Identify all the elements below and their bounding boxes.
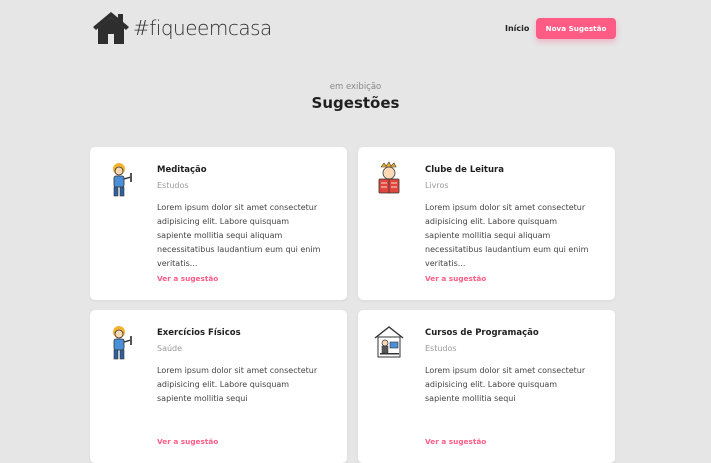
view-suggestion-link[interactable]: Ver a sugestão: [157, 274, 218, 283]
reading-person-icon: [373, 161, 405, 197]
view-suggestion-link[interactable]: Ver a sugestão: [157, 437, 218, 446]
logo-text: #fiqueemcasa: [133, 16, 272, 40]
suggestion-card[interactable]: Clube de Leitura Livros Lorem ipsum dolo…: [358, 147, 615, 300]
meditation-person-icon: [105, 161, 137, 197]
view-suggestion-link[interactable]: Ver a sugestão: [425, 274, 486, 283]
new-suggestion-button[interactable]: Nova Sugestão: [536, 18, 616, 39]
exercise-person-icon: [105, 324, 137, 360]
programming-house-icon: [373, 324, 405, 360]
nav-home-link[interactable]: Início: [505, 24, 529, 33]
suggestion-card[interactable]: Exercícios Físicos Saúde Lorem ipsum dol…: [90, 310, 347, 463]
card-category: Estudos: [425, 344, 457, 353]
card-category: Livros: [425, 181, 449, 190]
suggestion-card[interactable]: Meditação Estudos Lorem ipsum dolor sit …: [90, 147, 347, 300]
card-title: Meditação: [157, 165, 207, 175]
header: #fiqueemcasa Início Nova Sugestão: [0, 0, 711, 56]
logo[interactable]: #fiqueemcasa: [92, 11, 272, 45]
card-title: Exercícios Físicos: [157, 328, 241, 338]
page-title: Sugestões: [311, 94, 400, 112]
view-suggestion-link[interactable]: Ver a sugestão: [425, 437, 486, 446]
card-title: Clube de Leitura: [425, 165, 504, 175]
house-logo-icon: [92, 11, 130, 45]
card-category: Saúde: [157, 344, 183, 353]
card-title: Cursos de Programação: [425, 328, 539, 338]
card-category: Estudos: [157, 181, 189, 190]
suggestion-card[interactable]: Cursos de Programação Estudos Lorem ipsu…: [358, 310, 615, 463]
card-description: Lorem ipsum dolor sit amet consectetur a…: [157, 203, 321, 268]
card-description: Lorem ipsum dolor sit amet consectetur a…: [425, 203, 589, 268]
section-subtitle: em exibição: [329, 82, 382, 92]
